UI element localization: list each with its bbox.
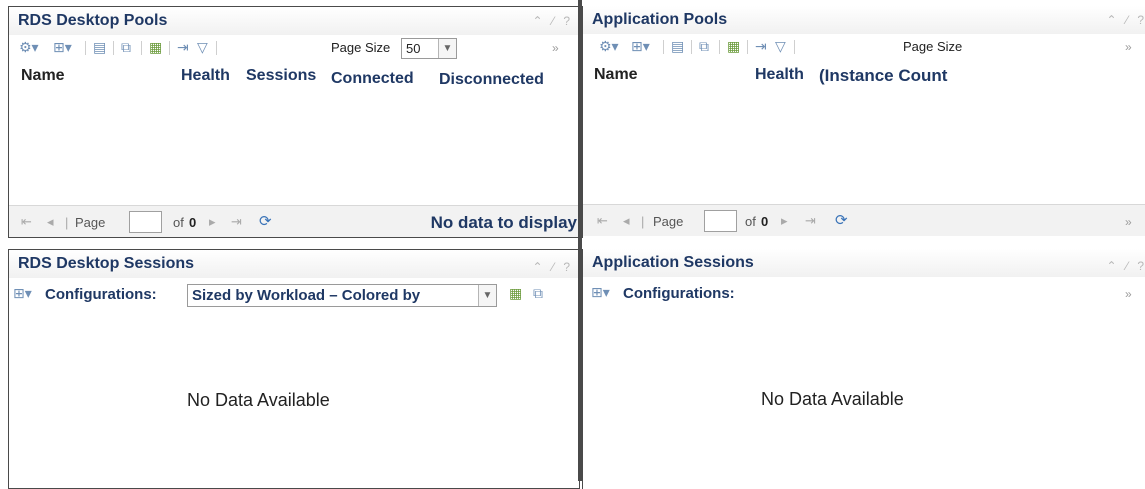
panel-splitter[interactable] [578, 0, 582, 481]
panel-title: RDS Desktop Pools [18, 12, 168, 29]
column-header-health[interactable]: Health [181, 67, 230, 85]
no-data-message: No Data Available [187, 390, 330, 410]
collapse-icon[interactable]: ⌃ [533, 260, 546, 274]
panel-toolbar: ⚙▾ ⊞▾ ▤ ⧉ ▦ ⇥ ▽ Page Size » [583, 34, 1145, 62]
columns-icon[interactable]: ⊞▾ [631, 38, 650, 55]
page-size-value: 50 [406, 41, 421, 56]
chevron-down-icon[interactable]: ▼ [478, 285, 496, 306]
prev-page-icon[interactable]: ◂ [47, 214, 54, 230]
panel-titlebar: Application Sessions ⌃ ⁄ ? [583, 249, 1145, 277]
dashboard-icon[interactable]: ▤ [93, 39, 106, 56]
column-header-name[interactable]: Name [594, 66, 638, 84]
gear-icon[interactable]: ⚙▾ [599, 38, 619, 55]
collapse-icon[interactable]: ⌃ [1107, 259, 1120, 273]
page-number-input[interactable] [129, 211, 162, 233]
configurations-select[interactable]: Sized by Workload – Colored by ▼ [187, 284, 497, 307]
panel-title: RDS Desktop Sessions [18, 255, 195, 272]
page-size-label: Page Size [903, 39, 963, 54]
filter-icon[interactable]: ▽ [775, 38, 786, 55]
next-page-icon[interactable]: ▸ [781, 213, 788, 229]
configurations-value: Sized by Workload – Colored by [192, 287, 421, 304]
panel-title-tools[interactable]: ⌃ ⁄ ? [1107, 13, 1145, 27]
column-header-health[interactable]: Health [755, 66, 804, 84]
more-button[interactable]: » [1125, 287, 1132, 301]
chart-icon[interactable]: ▦ [149, 39, 162, 56]
collapse-icon[interactable]: ⌃ [1107, 13, 1120, 27]
column-header-name[interactable]: Name [21, 67, 65, 85]
column-header-sessions[interactable]: Sessions [246, 67, 316, 85]
first-page-icon[interactable]: ⇤ [597, 213, 608, 229]
page-of-label: of [745, 214, 756, 229]
panel-title: Application Pools [592, 11, 728, 28]
chart-icon[interactable]: ▦ [509, 285, 522, 302]
rds-desktop-pools-panel: RDS Desktop Pools ⌃ ⁄ ? ⚙▾ ⊞▾ ▤ ⧉ ▦ ⇥ ▽ … [8, 6, 580, 238]
panel-toolbar: ⊞▾ Configurations: Sized by Workload – C… [9, 280, 579, 308]
more-button[interactable]: » [1125, 40, 1132, 54]
application-pools-panel: Application Pools ⌃ ⁄ ? ⚙▾ ⊞▾ ▤ ⧉ ▦ ⇥ ▽ … [582, 6, 1145, 238]
gear-icon[interactable]: ⚙▾ [19, 39, 39, 56]
last-page-icon[interactable]: ⇥ [231, 214, 242, 230]
refresh-icon[interactable]: ⟳ [259, 212, 272, 230]
configurations-label: Configurations: [45, 286, 157, 303]
refresh-icon[interactable]: ⟳ [835, 211, 848, 229]
column-header-disconnected[interactable]: Disconnected [439, 71, 544, 89]
edit-icon[interactable]: ⁄ [552, 260, 557, 274]
panel-title: Application Sessions [592, 254, 754, 271]
column-header-instance-count[interactable]: (Instance Count [819, 66, 947, 86]
rds-desktop-sessions-panel: RDS Desktop Sessions ⌃ ⁄ ? ⊞▾ Configurat… [8, 249, 580, 489]
pagination-bar: ⇤ ◂ | Page of 0 ▸ ⇥ ⟳ » [583, 204, 1145, 236]
page-size-label: Page Size [331, 40, 391, 55]
chart-icon[interactable]: ▦ [727, 38, 740, 55]
page-number-input[interactable] [704, 210, 737, 232]
page-of-value: 0 [761, 214, 769, 229]
page-of-value: 0 [189, 215, 197, 230]
application-sessions-panel: Application Sessions ⌃ ⁄ ? ⊞▾ Configurat… [582, 249, 1145, 489]
page-of-label: of [173, 215, 184, 230]
columns-icon[interactable]: ⊞▾ [591, 284, 610, 301]
configurations-label: Configurations: [623, 285, 735, 302]
chevron-down-icon[interactable]: ▼ [438, 39, 456, 58]
more-button[interactable]: » [552, 41, 559, 55]
edit-icon[interactable]: ⁄ [552, 14, 557, 28]
page-label: Page [653, 214, 684, 229]
no-data-message: No Data Available [761, 389, 904, 409]
page-label: Page [75, 215, 106, 230]
panel-titlebar: RDS Desktop Sessions ⌃ ⁄ ? [9, 250, 579, 278]
panel-title-tools[interactable]: ⌃ ⁄ ? [1107, 259, 1145, 273]
help-icon[interactable]: ? [1137, 13, 1145, 27]
columns-icon[interactable]: ⊞▾ [13, 285, 32, 302]
panel-title-tools[interactable]: ⌃ ⁄ ? [533, 260, 573, 274]
next-page-icon[interactable]: ▸ [209, 214, 216, 230]
help-icon[interactable]: ? [1137, 259, 1145, 273]
edit-icon[interactable]: ⁄ [1126, 13, 1131, 27]
copy-icon[interactable]: ⧉ [699, 38, 709, 55]
column-header-connected[interactable]: Connected [331, 70, 414, 88]
first-page-icon[interactable]: ⇤ [21, 214, 32, 230]
dashboard-icon[interactable]: ▤ [671, 38, 684, 55]
export-icon[interactable]: ⇥ [177, 39, 189, 56]
last-page-icon[interactable]: ⇥ [805, 213, 816, 229]
prev-page-icon[interactable]: ◂ [623, 213, 630, 229]
help-icon[interactable]: ? [563, 14, 573, 28]
help-icon[interactable]: ? [563, 260, 573, 274]
no-data-message: No data to display [430, 213, 577, 232]
page-size-select[interactable]: 50 ▼ [401, 38, 457, 59]
collapse-icon[interactable]: ⌃ [533, 14, 546, 28]
more-button[interactable]: » [1125, 215, 1132, 229]
copy-icon[interactable]: ⧉ [533, 285, 543, 302]
columns-icon[interactable]: ⊞▾ [53, 39, 72, 56]
export-icon[interactable]: ⇥ [755, 38, 767, 55]
panel-title-tools[interactable]: ⌃ ⁄ ? [533, 14, 573, 28]
copy-icon[interactable]: ⧉ [121, 39, 131, 56]
panel-titlebar: Application Pools ⌃ ⁄ ? [583, 6, 1145, 34]
panel-toolbar: ⚙▾ ⊞▾ ▤ ⧉ ▦ ⇥ ▽ Page Size 50 ▼ » [9, 35, 579, 63]
pagination-bar: ⇤ ◂ | Page of 0 ▸ ⇥ ⟳ No data to display [9, 205, 579, 237]
edit-icon[interactable]: ⁄ [1126, 259, 1131, 273]
panel-titlebar: RDS Desktop Pools ⌃ ⁄ ? [9, 7, 579, 35]
panel-toolbar: ⊞▾ Configurations: » [583, 279, 1145, 307]
filter-icon[interactable]: ▽ [197, 39, 208, 56]
